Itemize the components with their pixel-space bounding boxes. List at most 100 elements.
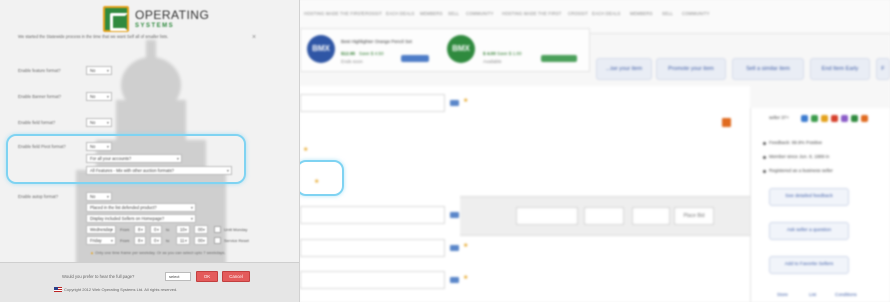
seller-header[interactable]: seller 37+	[769, 115, 789, 120]
star-icon[interactable]: ★	[463, 274, 468, 281]
nav-item[interactable]: MEMBERS	[630, 11, 653, 16]
nav-item[interactable]: COMMUNITY	[682, 11, 710, 16]
minute-select[interactable]: 0	[150, 225, 162, 234]
star-icon[interactable]: ★	[303, 146, 308, 153]
listing-row[interactable]	[300, 271, 445, 289]
nav-item[interactable]: SELL	[448, 11, 459, 16]
promo-price: $12.95	[341, 51, 356, 56]
promo-title[interactable]: Best Highlighter Orange Pencil Set	[341, 39, 412, 44]
registered-business: Registered as a business seller	[769, 168, 833, 173]
listing-row[interactable]	[300, 206, 445, 224]
badge-icon	[861, 115, 868, 122]
modal-footer: Would you prefer to hear the full page? …	[0, 262, 299, 302]
cancel-button[interactable]: Cancel	[222, 271, 250, 282]
hour-select[interactable]: 8	[134, 225, 146, 234]
promo-sale: Save $ 4.50	[359, 51, 384, 56]
promo-badge: BMX	[307, 35, 335, 63]
banner-format-select[interactable]: No	[86, 92, 112, 101]
autop-format-select[interactable]: No	[86, 192, 112, 201]
star-icon[interactable]: ★	[463, 242, 468, 249]
copyright: Copyright 2012 Web Operating Systems Ltd…	[64, 287, 178, 292]
bullet	[763, 142, 766, 145]
hour-select[interactable]: 8	[134, 236, 146, 245]
to-label: to	[166, 238, 170, 243]
badge-icon	[831, 115, 838, 122]
feature-format-select[interactable]: No	[86, 66, 112, 75]
promo-buy-button[interactable]	[541, 55, 577, 62]
minute-select[interactable]: 0	[150, 236, 162, 245]
day-select[interactable]: Friday	[86, 236, 116, 245]
field-label: Enable feature format?	[18, 68, 61, 73]
list-icon[interactable]	[450, 212, 459, 218]
day-select[interactable]: Wednesday	[86, 225, 116, 234]
tab-more[interactable]: F	[876, 58, 890, 80]
member-since: Member since Jun. 8, 1999 in	[769, 154, 830, 159]
list-icon[interactable]	[450, 100, 459, 106]
badge-icon	[821, 115, 828, 122]
badge-icon	[811, 115, 818, 122]
bid-input[interactable]	[516, 207, 578, 225]
star-icon[interactable]: ★	[463, 97, 468, 104]
listing-row[interactable]	[300, 239, 445, 257]
seller-icons: seller 37+	[769, 114, 889, 124]
list-icon[interactable]	[450, 277, 459, 283]
conditions-link[interactable]: Conditions	[835, 292, 857, 297]
bid-bar: Place Bid	[460, 196, 750, 236]
tab-sell-similar[interactable]: Sell a similar item	[732, 58, 804, 80]
store-link[interactable]: Store	[777, 292, 788, 297]
warning-icon: ▲	[90, 250, 94, 255]
listing-panel	[300, 86, 750, 302]
ok-button[interactable]: OK	[196, 271, 218, 282]
nav-item[interactable]: EACH DEALS	[386, 11, 415, 16]
nav-item[interactable]: HOSTING MADE THE FIRST	[304, 11, 363, 16]
field-format-select[interactable]: No	[86, 118, 112, 127]
autop-homepage-select[interactable]: Display included Sellers on Homepage?	[86, 214, 196, 223]
to-label: to	[166, 227, 170, 232]
highlight-ring	[6, 134, 246, 184]
logo-word: OPERATING	[135, 8, 210, 22]
tab-promote-item[interactable]: Promote your item	[656, 58, 726, 80]
minute-select[interactable]: 00	[194, 236, 208, 245]
bullet	[763, 156, 766, 159]
add-favorite-seller-button[interactable]: Add to Favorite Sellers	[769, 256, 849, 274]
tab-end-item-early[interactable]: End Item Early	[810, 58, 870, 80]
nav-item[interactable]: EACH DEALS	[592, 11, 621, 16]
bid-input[interactable]	[632, 207, 670, 225]
list-link[interactable]: List	[809, 292, 816, 297]
nav-item[interactable]: MEMBERS	[420, 11, 443, 16]
autop-product-select[interactable]: Placed in the list defended product?	[86, 203, 196, 212]
badge-icon	[851, 115, 858, 122]
nav-item[interactable]: CROSSIT	[362, 11, 382, 16]
alert-icon[interactable]	[722, 118, 731, 127]
hour-select[interactable]: 10	[176, 225, 190, 234]
from-label: From	[120, 227, 130, 232]
footer-select[interactable]: select	[165, 272, 191, 281]
bullet	[763, 170, 766, 173]
feedback-score: Feedback: 99.8% Positive	[769, 140, 823, 145]
badge-icon	[841, 115, 848, 122]
nav-item[interactable]: CROSSIT	[568, 11, 588, 16]
promo-price: $ 4.00	[483, 51, 496, 56]
list-icon[interactable]	[450, 245, 459, 251]
highlight-ring	[296, 160, 344, 196]
close-icon[interactable]: ×	[252, 34, 256, 41]
hour-select[interactable]: 11	[176, 236, 190, 245]
weekday-checkbox[interactable]	[214, 237, 221, 244]
nav-item[interactable]: SELL	[662, 11, 673, 16]
see-detailed-feedback-button[interactable]: See detailed feedback	[769, 188, 849, 206]
ask-seller-question-button[interactable]: Ask seller a question	[769, 222, 849, 240]
logo-icon	[103, 6, 129, 32]
weekday-option: Until Monday	[224, 227, 248, 232]
bid-input[interactable]	[584, 207, 624, 225]
listing-row[interactable]	[300, 94, 445, 112]
nav-item[interactable]: HOSTING MADE THE FIRST	[502, 11, 561, 16]
minute-select[interactable]: 00	[194, 225, 208, 234]
place-bid-button[interactable]: Place Bid	[674, 207, 714, 225]
tab-revise-item[interactable]: ...ise your item	[596, 58, 652, 80]
weekday-checkbox[interactable]	[214, 226, 221, 233]
logo-sub: SYSTEMS	[135, 23, 175, 29]
nav-item[interactable]: COMMUNITY	[466, 11, 494, 16]
promo-buy-button[interactable]	[401, 55, 429, 62]
promo-sale: Save $ 1.00	[497, 51, 522, 56]
field-label: Enable Banner format?	[18, 94, 62, 99]
